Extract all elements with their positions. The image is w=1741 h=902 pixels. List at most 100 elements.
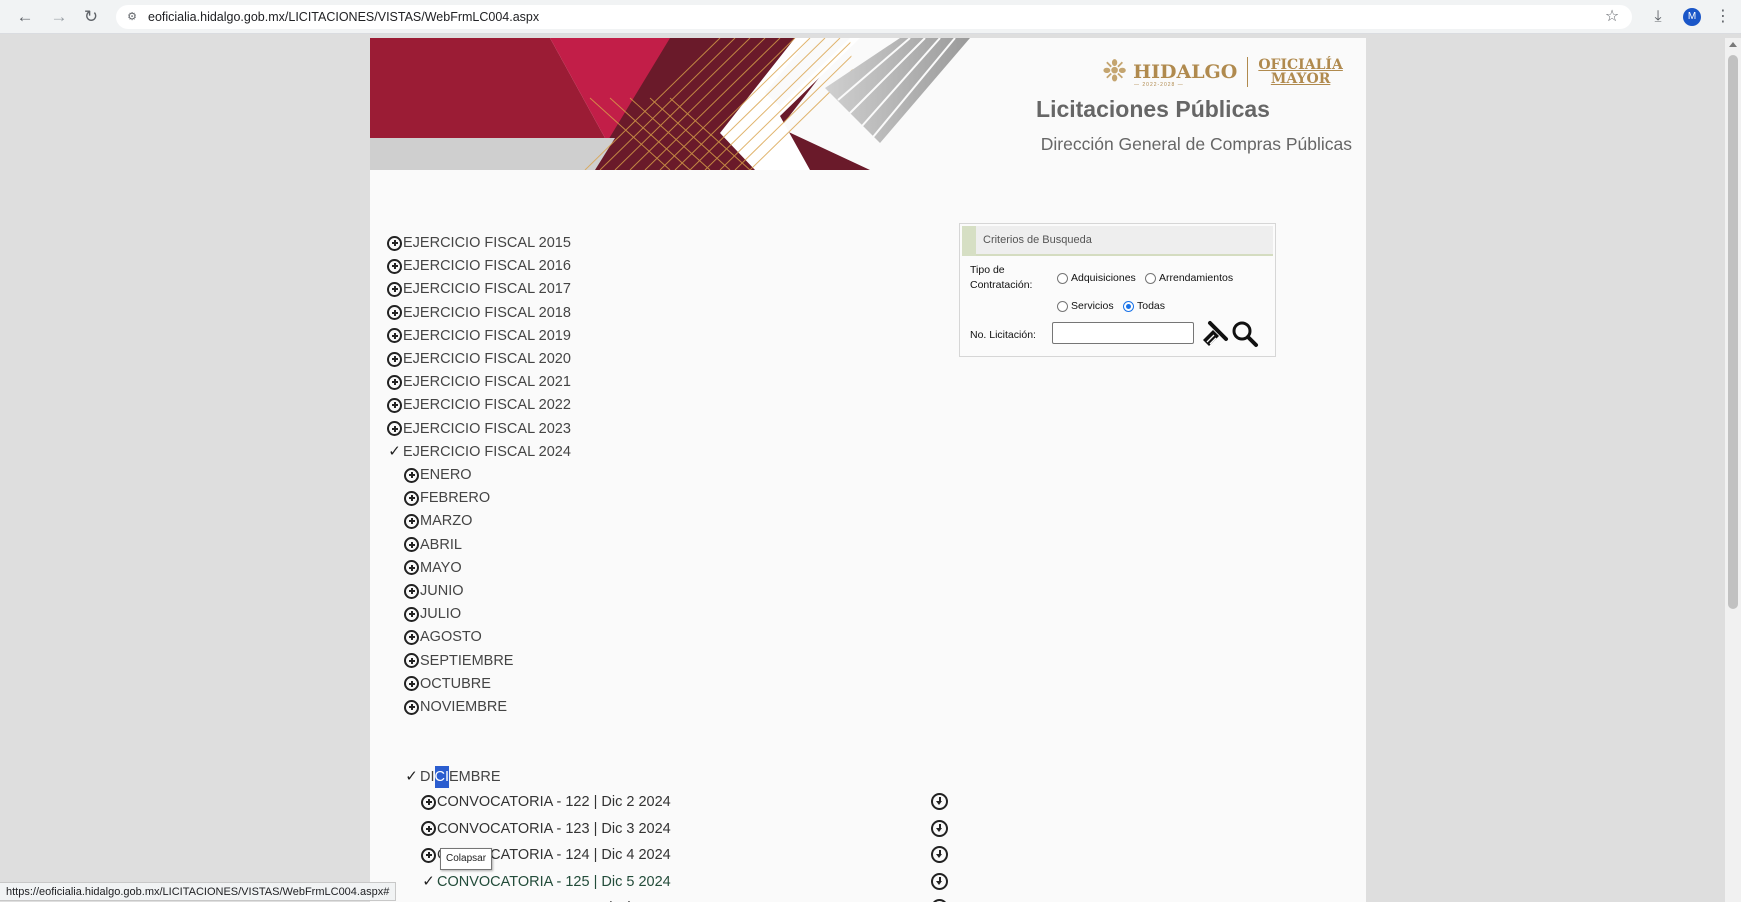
site-info-icon[interactable]: ⚙ [124, 9, 140, 25]
tree-node-month[interactable]: FEBRERO [404, 487, 490, 509]
magnifier-icon[interactable] [1231, 320, 1259, 348]
expand-plus-icon[interactable] [387, 374, 402, 390]
tree-node-month[interactable]: SEPTIEMBRE [404, 650, 513, 672]
radio-todas[interactable]: Todas [1123, 300, 1165, 312]
tree-node-month[interactable]: ABRIL [404, 534, 462, 556]
radio-arrendamientos-dot[interactable] [1145, 272, 1156, 284]
expand-plus-icon[interactable] [404, 653, 419, 669]
menu-icon[interactable]: ⋮ [1712, 6, 1734, 28]
tree-node-year[interactable]: EJERCICIO FISCAL 2017 [387, 278, 571, 300]
tree-node-month[interactable]: JUNIO [404, 580, 464, 602]
download-convocatoria-icon[interactable] [931, 793, 948, 810]
tree-node-year[interactable]: EJERCICIO FISCAL 2019 [387, 325, 571, 347]
expand-plus-icon[interactable] [387, 397, 402, 413]
tree-node-year-label: EJERCICIO FISCAL 2020 [403, 351, 571, 367]
no-licitacion-input[interactable] [1052, 322, 1194, 344]
expand-plus-icon[interactable] [387, 351, 402, 367]
radio-arrendamientos[interactable]: Arrendamientos [1145, 272, 1233, 284]
tree-node-year[interactable]: EJERCICIO FISCAL 2022 [387, 394, 571, 416]
tree-node-month[interactable]: OCTUBRE [404, 673, 491, 695]
tipo-label-line1: Tipo de [970, 264, 1005, 276]
tree-node-month-label: ENERO [420, 467, 472, 483]
header-banner: ❉ HIDALGO — 2022-2028 — OFICIALÍA MAYOR … [370, 38, 1366, 170]
radio-servicios-dot[interactable] [1057, 300, 1068, 312]
avatar[interactable]: M [1683, 8, 1701, 26]
url-text[interactable]: eoficialia.hidalgo.gob.mx/LICITACIONES/V… [148, 5, 539, 29]
tree-node-year-label: EJERCICIO FISCAL 2023 [403, 420, 571, 437]
collapse-check-icon[interactable]: ✓ [387, 441, 402, 463]
expand-plus-icon[interactable] [387, 281, 402, 297]
tree-node-diciembre[interactable]: ✓ DI CI EMBRE [404, 766, 501, 788]
address-bar[interactable]: ⚙ eoficialia.hidalgo.gob.mx/LICITACIONES… [116, 5, 1632, 29]
tree-node-month[interactable]: NOVIEMBRE [404, 696, 507, 718]
download-convocatoria-icon[interactable] [931, 819, 948, 837]
tree-node-month-label: AGOSTO [420, 629, 482, 646]
tree-node-month-label: JUNIO [420, 583, 464, 599]
expand-plus-icon[interactable] [421, 847, 436, 863]
expand-plus-icon[interactable] [387, 258, 402, 274]
expand-plus-icon[interactable] [387, 421, 402, 437]
search-panel: Criterios de Busqueda Tipo de Contrataci… [959, 223, 1276, 357]
back-icon[interactable]: ← [14, 6, 36, 28]
star-emblem-icon: ❉ [1102, 55, 1128, 88]
scroll-up-arrow-icon[interactable] [1729, 42, 1737, 47]
tree-node-convocatoria[interactable]: ✓ CONVOCATORIA - 125 | Dic 5 2024 [421, 871, 671, 893]
broom-icon[interactable] [1201, 320, 1229, 348]
tree-node-year[interactable]: EJERCICIO FISCAL 2018 [387, 302, 571, 324]
tree-node-year-label: EJERCICIO FISCAL 2015 [403, 235, 571, 251]
radio-adquisiciones-dot[interactable] [1057, 272, 1068, 284]
expand-plus-icon[interactable] [404, 490, 419, 506]
expand-plus-icon[interactable] [387, 235, 402, 251]
collapse-check-icon[interactable]: ✓ [421, 871, 436, 893]
expand-plus-icon[interactable] [404, 606, 419, 622]
tree-node-year[interactable]: EJERCICIO FISCAL 2023 [387, 418, 571, 440]
tree-node-convocatoria[interactable]: CONVOCATORIA - 123 | Dic 3 2024 [421, 818, 671, 840]
expand-plus-icon[interactable] [404, 699, 419, 715]
tree-node-year-label: EJERCICIO FISCAL 2019 [403, 327, 571, 344]
scroll-thumb[interactable] [1728, 55, 1738, 609]
tree-node-year[interactable]: ✓ EJERCICIO FISCAL 2024 [387, 441, 571, 463]
tipo-contratacion-label: Tipo de Contratación: [970, 263, 1032, 293]
page-title: Licitaciones Públicas [1036, 96, 1270, 122]
reload-icon[interactable]: ↻ [80, 6, 102, 28]
expand-plus-icon[interactable] [387, 305, 402, 321]
tree-node-month[interactable]: ENERO [404, 464, 472, 486]
expand-plus-icon[interactable] [404, 513, 419, 529]
download-icon[interactable]: ⤓ [1647, 6, 1669, 28]
radio-todas-dot[interactable] [1123, 300, 1134, 312]
expand-plus-icon[interactable] [421, 821, 436, 836]
forward-icon[interactable]: → [48, 6, 70, 28]
download-convocatoria-icon[interactable] [931, 846, 948, 863]
tree-node-year[interactable]: EJERCICIO FISCAL 2015 [387, 232, 571, 254]
star-icon[interactable]: ☆ [1601, 6, 1623, 28]
radio-adquisiciones[interactable]: Adquisiciones [1057, 272, 1136, 284]
tree-node-month[interactable]: MAYO [404, 557, 462, 579]
scrollbar[interactable] [1725, 38, 1741, 902]
search-panel-title: Criterios de Busqueda [983, 234, 1092, 246]
tree-node-month-label: MAYO [420, 559, 462, 576]
collapse-check-icon[interactable]: ✓ [404, 766, 419, 788]
tree-node-licitacion[interactable]: 3003989-N577-2024 | Dic 5 2024 [472, 897, 686, 902]
tree-node-month-label: SEPTIEMBRE [420, 652, 514, 669]
logo-divider [1247, 57, 1249, 87]
panel-accent-bar [962, 226, 976, 256]
expand-plus-icon[interactable] [387, 328, 402, 344]
tree-node-month[interactable]: JULIO [404, 603, 461, 625]
tree-node-year[interactable]: EJERCICIO FISCAL 2016 [387, 255, 571, 277]
radio-servicios[interactable]: Servicios [1057, 300, 1114, 312]
expand-plus-icon[interactable] [404, 467, 419, 483]
search-panel-header: Criterios de Busqueda [962, 226, 1273, 256]
tree-node-convocatoria[interactable]: CONVOCATORIA - 122 | Dic 2 2024 [421, 791, 671, 813]
tree-node-licitacion-label: 3003989-N577-2024 | Dic 5 2024 [472, 897, 686, 902]
tree-node-month[interactable]: AGOSTO [404, 626, 482, 648]
expand-plus-icon[interactable] [404, 629, 419, 645]
expand-plus-icon[interactable] [404, 537, 419, 553]
tree-node-year[interactable]: EJERCICIO FISCAL 2020 [387, 348, 571, 370]
tree-node-month[interactable]: MARZO [404, 510, 472, 532]
expand-plus-icon[interactable] [404, 560, 419, 576]
expand-plus-icon[interactable] [404, 676, 419, 692]
download-convocatoria-icon[interactable] [931, 872, 948, 890]
expand-plus-icon[interactable] [404, 583, 419, 599]
tree-node-year[interactable]: EJERCICIO FISCAL 2021 [387, 371, 571, 393]
expand-plus-icon[interactable] [421, 794, 436, 810]
